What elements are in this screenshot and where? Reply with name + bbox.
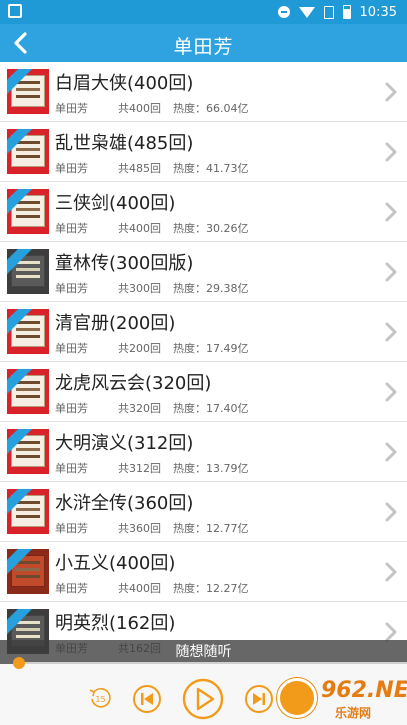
now-playing-title: 随想随听 [0, 640, 407, 664]
book-title: 童林传(300回版) [55, 253, 194, 274]
battery-icon [342, 5, 351, 19]
rewind-15-icon: 15 [89, 687, 111, 708]
wifi-icon [298, 6, 315, 18]
book-author: 单田芳 [55, 342, 88, 355]
book-author: 单田芳 [55, 162, 88, 175]
book-title: 明英烈(162回) [55, 613, 176, 634]
previous-button[interactable] [132, 684, 162, 714]
watermark-subtext: 乐游网 [335, 706, 372, 720]
book-cover [7, 369, 49, 414]
list-item[interactable]: 小五义(400回) 单田芳 共400回 热度：12.27亿 [0, 542, 407, 602]
popularity: 热度：30.26亿 [173, 222, 249, 235]
status-bar: 10:35 [0, 0, 407, 24]
rewind-15-button[interactable]: 15 [88, 686, 112, 710]
app-bar: 单田芳 [0, 24, 407, 62]
book-cover [7, 549, 49, 594]
book-title: 小五义(400回) [55, 553, 176, 574]
book-title: 乱世枭雄(485回) [55, 133, 194, 154]
book-title: 白眉大侠(400回) [55, 73, 194, 94]
book-author: 单田芳 [55, 462, 88, 475]
episode-count: 共320回 [118, 402, 161, 415]
episode-count: 共360回 [118, 522, 161, 535]
notification-icon [8, 4, 22, 18]
chevron-right-icon [385, 142, 397, 162]
skip-next-icon [245, 685, 273, 713]
popularity: 热度：41.73亿 [173, 162, 249, 175]
book-cover [7, 429, 49, 474]
watermark-logo [277, 678, 317, 718]
episode-count: 共312回 [118, 462, 161, 475]
list-item[interactable]: 大明演义(312回) 单田芳 共312回 热度：13.79亿 [0, 422, 407, 482]
chevron-right-icon [385, 322, 397, 342]
chevron-right-icon [385, 562, 397, 582]
book-cover [7, 249, 49, 294]
chevron-right-icon [385, 502, 397, 522]
episode-count: 共400回 [118, 222, 161, 235]
book-cover [7, 129, 49, 174]
list-item[interactable]: 清官册(200回) 单田芳 共200回 热度：17.49亿 [0, 302, 407, 362]
progress-knob[interactable] [13, 657, 25, 669]
next-button[interactable] [244, 684, 274, 714]
book-author: 单田芳 [55, 282, 88, 295]
episode-count: 共400回 [118, 102, 161, 115]
book-title: 龙虎风云会(320回) [55, 373, 212, 394]
book-author: 单田芳 [55, 102, 88, 115]
book-author: 单田芳 [55, 402, 88, 415]
chevron-right-icon [385, 202, 397, 222]
popularity: 热度：13.79亿 [173, 462, 249, 475]
list-item[interactable]: 乱世枭雄(485回) 单田芳 共485回 热度：41.73亿 [0, 122, 407, 182]
skip-previous-icon [133, 685, 161, 713]
play-icon [182, 678, 224, 720]
book-cover [7, 489, 49, 534]
status-time: 10:35 [359, 4, 397, 20]
popularity: 热度：17.40亿 [173, 402, 249, 415]
progress-bar[interactable] [18, 662, 407, 664]
episode-count: 共300回 [118, 282, 161, 295]
popularity: 热度：66.04亿 [173, 102, 249, 115]
book-title: 大明演义(312回) [55, 433, 194, 454]
popularity: 热度：12.77亿 [173, 522, 249, 535]
chevron-right-icon [385, 82, 397, 102]
list-item[interactable]: 白眉大侠(400回) 单田芳 共400回 热度：66.04亿 [0, 62, 407, 122]
chevron-right-icon [385, 382, 397, 402]
book-cover [7, 69, 49, 114]
play-button[interactable] [182, 678, 224, 720]
book-cover [7, 189, 49, 234]
book-title: 清官册(200回) [55, 313, 176, 334]
list-item[interactable]: 水浒全传(360回) 单田芳 共360回 热度：12.77亿 [0, 482, 407, 542]
status-icons: 10:35 [277, 3, 397, 21]
book-cover [7, 309, 49, 354]
chevron-right-icon [385, 442, 397, 462]
popularity: 热度：29.38亿 [173, 282, 249, 295]
chevron-right-icon [385, 262, 397, 282]
list-item[interactable]: 三侠剑(400回) 单田芳 共400回 热度：30.26亿 [0, 182, 407, 242]
list-item[interactable]: 童林传(300回版) 单田芳 共300回 热度：29.38亿 [0, 242, 407, 302]
sim-icon [323, 5, 334, 19]
episode-count: 共200回 [118, 342, 161, 355]
rewind-15-label: 15 [95, 695, 105, 704]
episode-count: 共485回 [118, 162, 161, 175]
watermark-text: 962.NET [321, 678, 407, 703]
do-not-disturb-icon [277, 6, 290, 18]
book-list[interactable]: 白眉大侠(400回) 单田芳 共400回 热度：66.04亿 乱世枭雄(485回) 单田芳… [0, 62, 407, 658]
book-author: 单田芳 [55, 582, 88, 595]
episode-count: 共400回 [118, 582, 161, 595]
list-item[interactable]: 龙虎风云会(320回) 单田芳 共320回 热度：17.40亿 [0, 362, 407, 422]
site-watermark: 962.NET 乐游网 [277, 674, 407, 722]
popularity: 热度：12.27亿 [173, 582, 249, 595]
page-title: 单田芳 [173, 36, 234, 58]
book-author: 单田芳 [55, 222, 88, 235]
book-author: 单田芳 [55, 522, 88, 535]
book-title: 水浒全传(360回) [55, 493, 194, 514]
popularity: 热度：17.49亿 [173, 342, 249, 355]
book-title: 三侠剑(400回) [55, 193, 176, 214]
